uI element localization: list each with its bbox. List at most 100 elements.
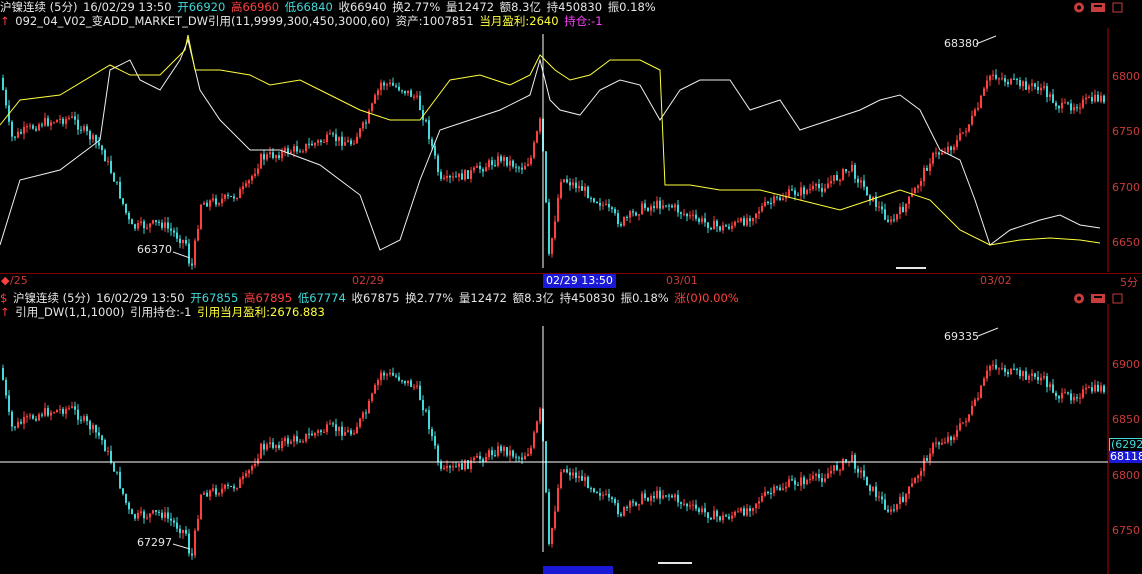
bottom-indicator-arrow-icon[interactable]: ↑ xyxy=(0,305,10,319)
top-candle xyxy=(803,187,805,195)
bottom-candle xyxy=(476,455,478,458)
top-candle xyxy=(494,165,496,167)
bottom-candle xyxy=(1064,392,1066,394)
top-candle xyxy=(2,78,4,90)
top-candle xyxy=(983,88,985,96)
top-candle xyxy=(173,230,175,233)
top-candle xyxy=(44,118,46,126)
bottom-candle xyxy=(509,450,511,456)
time-axis[interactable]: ◆ /25 02/29 02/29 13:50 03/01 03/02 5分 xyxy=(0,273,1142,289)
bottom-candle xyxy=(731,515,733,519)
top-candle xyxy=(386,84,388,86)
top-candle xyxy=(608,203,610,208)
top-candle xyxy=(674,204,676,208)
top-candle xyxy=(254,173,256,176)
top-candle xyxy=(278,155,280,159)
top-candle xyxy=(770,203,772,205)
bottom-open: 开67855 xyxy=(190,291,239,305)
bottom-candle xyxy=(770,493,772,495)
top-candle xyxy=(617,213,619,225)
top-candle xyxy=(686,213,688,217)
bottom-month-profit: 引用当月盈利:2676.883 xyxy=(197,305,325,319)
bottom-candle xyxy=(311,433,313,436)
axis-label-0302: 03/02 xyxy=(980,274,1012,287)
top-candle xyxy=(515,166,517,168)
top-candle xyxy=(155,220,157,222)
bottom-gear-icon[interactable] xyxy=(1072,292,1088,305)
bottom-close-panel-icon[interactable] xyxy=(1112,292,1128,305)
bottom-candle xyxy=(416,385,418,387)
top-yaxis-label-2: 6750 xyxy=(1112,125,1140,138)
top-candle xyxy=(344,142,346,146)
bottom-candle xyxy=(320,430,322,433)
bottom-candle xyxy=(929,453,931,461)
top-candle xyxy=(830,180,832,184)
bottom-candle xyxy=(1046,376,1048,387)
bottom-candle xyxy=(842,459,844,470)
top-candle xyxy=(170,228,172,231)
top-candle xyxy=(725,225,727,227)
bottom-candle xyxy=(92,425,94,430)
bottom-candle xyxy=(638,504,640,506)
bottom-indicator-name: 引用_DW(1,1,1000) xyxy=(15,305,125,319)
top-candle xyxy=(650,206,652,211)
top-candle xyxy=(95,135,97,143)
top-candle xyxy=(38,124,40,131)
bottom-candle xyxy=(461,463,463,470)
top-candle xyxy=(689,215,691,217)
bottom-candle xyxy=(881,496,883,500)
bottom-candle xyxy=(1103,385,1105,393)
bottom-candle xyxy=(1049,384,1051,387)
bottom-candle xyxy=(839,469,841,471)
bottom-candle xyxy=(41,414,43,416)
top-candle xyxy=(131,219,133,225)
top-candle xyxy=(176,232,178,239)
top-candle xyxy=(893,219,895,221)
bottom-candle xyxy=(62,408,64,414)
bottom-candle xyxy=(242,476,244,480)
top-candle xyxy=(416,95,418,97)
top-candle xyxy=(845,169,847,172)
bottom-candle xyxy=(29,415,31,417)
bottom-high: 高67895 xyxy=(243,291,293,305)
top-candle xyxy=(1049,94,1051,97)
bottom-indicator-toolbox-icon[interactable] xyxy=(1090,292,1106,305)
bottom-candle xyxy=(419,385,421,401)
bottom-candle xyxy=(926,458,928,461)
bottom-candle xyxy=(614,499,616,504)
top-candle xyxy=(443,177,445,179)
bottom-close: 收67875 xyxy=(351,291,400,305)
bottom-candle xyxy=(1025,371,1027,380)
bottom-dollar-icon[interactable]: $ xyxy=(0,291,7,305)
top-candle xyxy=(626,216,628,218)
bottom-candle xyxy=(224,484,226,489)
top-candle xyxy=(962,132,964,134)
bottom-candle xyxy=(434,436,436,446)
top-candle xyxy=(365,122,367,124)
top-candles xyxy=(2,69,1105,270)
bottom-candle xyxy=(305,433,307,442)
top-candle xyxy=(926,168,928,171)
bottom-candle xyxy=(134,514,136,519)
top-candle xyxy=(557,198,559,222)
top-candle xyxy=(1028,85,1030,90)
bottom-candle xyxy=(833,465,835,471)
bottom-candle xyxy=(101,435,103,441)
bottom-candle xyxy=(956,430,958,437)
bottom-candle xyxy=(8,395,10,412)
bottom-candle xyxy=(785,486,787,489)
bottom-candle xyxy=(1079,397,1081,399)
bottom-candle xyxy=(191,553,193,556)
bottom-candle xyxy=(176,522,178,529)
top-candle xyxy=(764,202,766,206)
bottom-candle xyxy=(617,503,619,515)
bottom-candle xyxy=(233,486,235,489)
bottom-candle xyxy=(815,474,817,476)
bottom-candle xyxy=(995,364,997,369)
bottom-candle xyxy=(431,429,433,437)
top-candle xyxy=(152,220,154,224)
top-candle xyxy=(149,223,151,228)
bottom-candle xyxy=(626,506,628,508)
top-candle xyxy=(107,160,109,162)
bottom-candle xyxy=(1061,392,1063,399)
